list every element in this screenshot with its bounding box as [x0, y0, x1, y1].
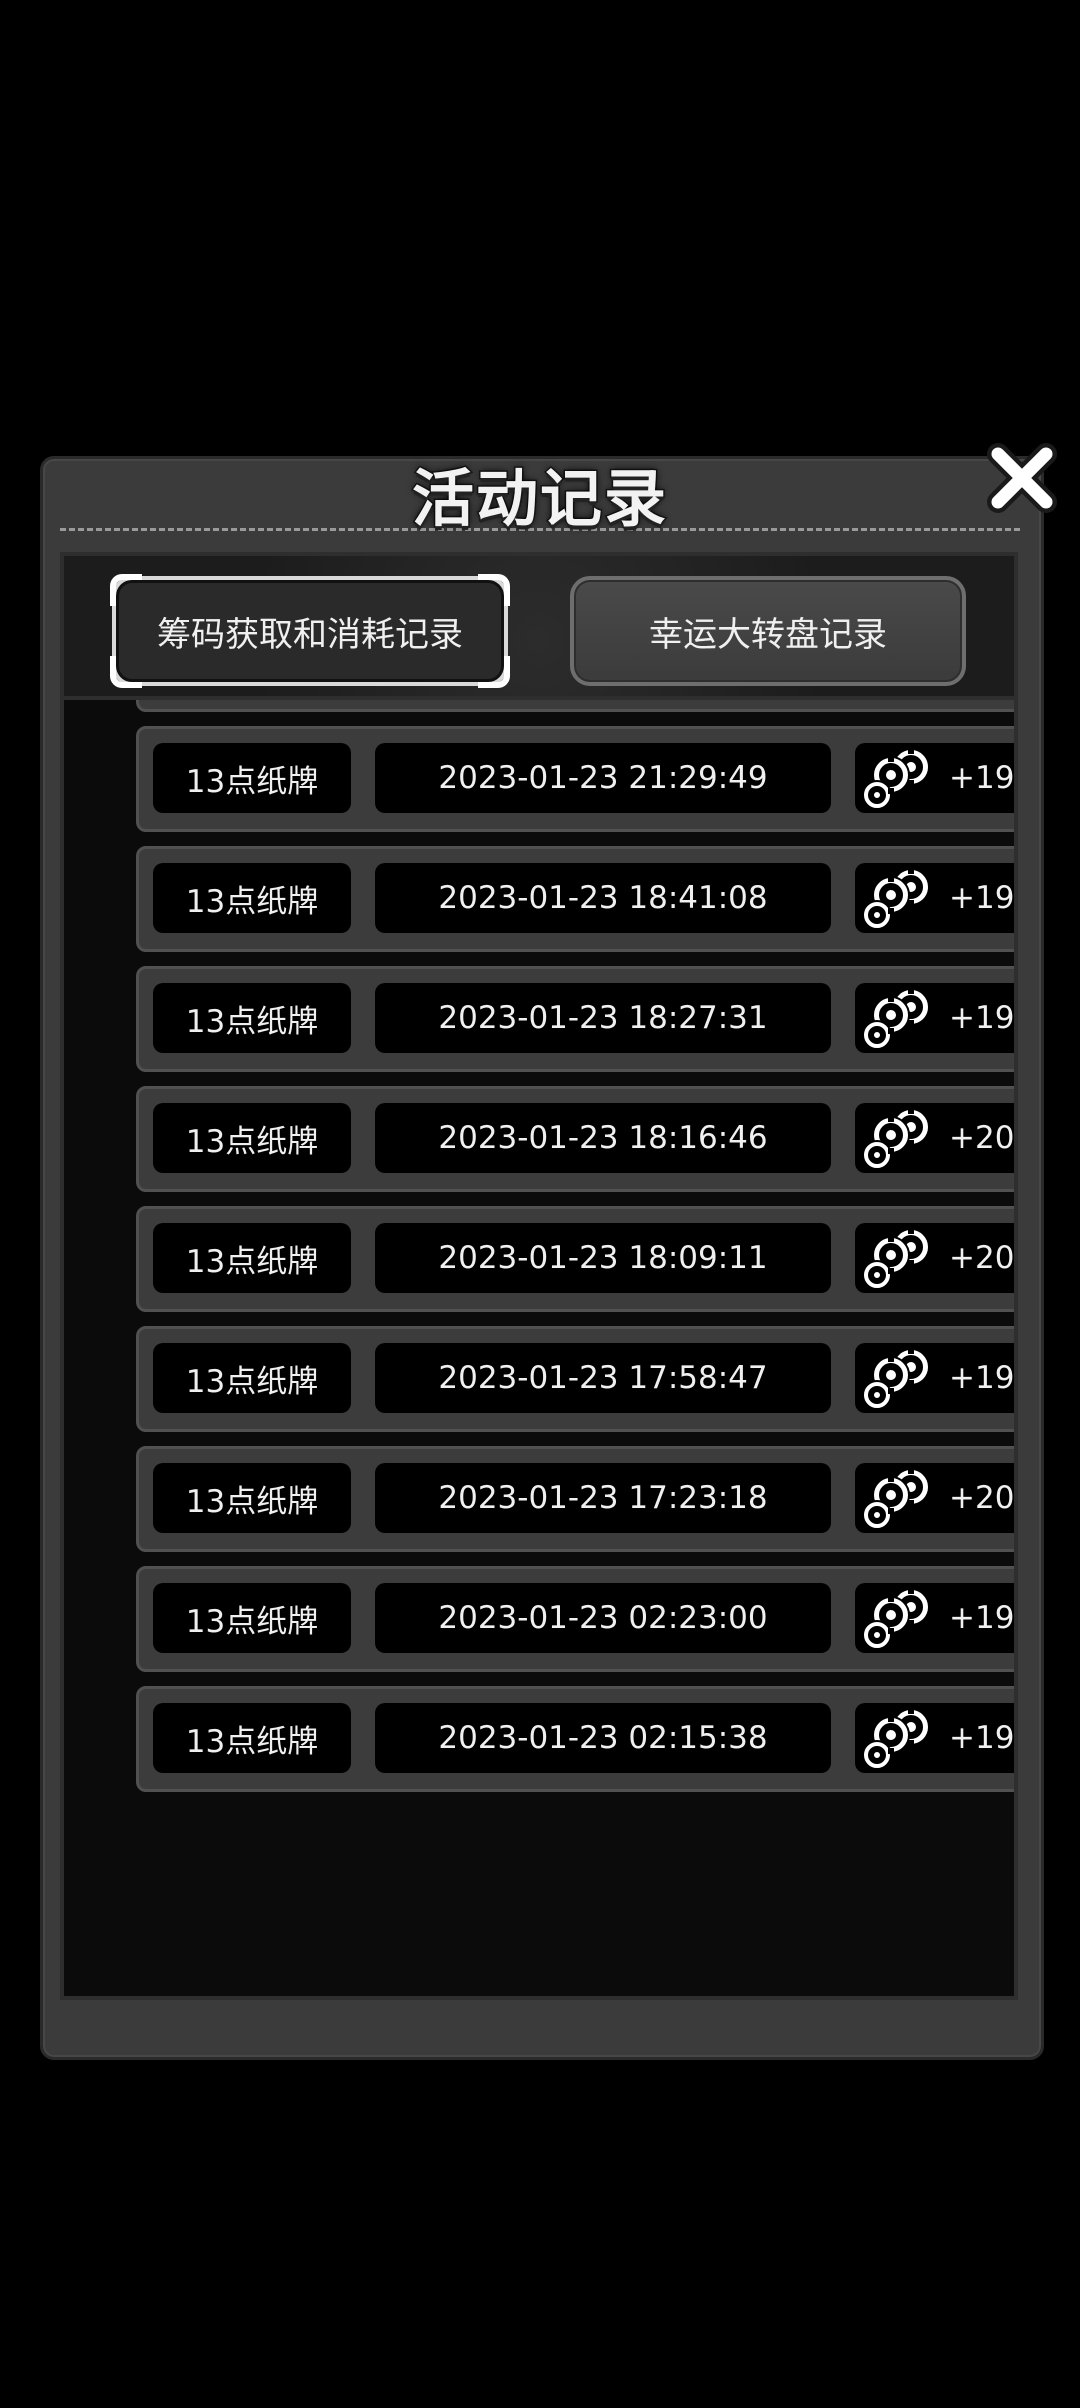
record-amount-label: +1935 [949, 1600, 1015, 1636]
record-row: 13点纸牌 2023-01-23 18:09:11 +20 [136, 1206, 1015, 1312]
record-amount-label: +1905 [949, 760, 1015, 796]
record-game: 13点纸牌 [153, 1703, 351, 1773]
record-game: 13点纸牌 [153, 983, 351, 1053]
record-game-label: 13点纸牌 [185, 1003, 319, 1040]
record-time: 2023-01-23 02:15:38 [375, 1703, 831, 1773]
record-amount: +2010 [855, 1103, 1015, 1173]
record-game: 13点纸牌 [153, 1343, 351, 1413]
chips-icon [862, 1108, 930, 1170]
close-icon [987, 443, 1057, 513]
record-row: 13点纸牌 2023-01-23 02:23:00 +19 [136, 1566, 1015, 1672]
tab-corner [110, 656, 142, 688]
record-time-label: 2023-01-23 18:09:11 [438, 1240, 768, 1276]
record-time: 2023-01-23 21:29:49 [375, 743, 831, 813]
record-time: 2023-01-23 18:16:46 [375, 1103, 831, 1173]
record-amount: +1905 [855, 863, 1015, 933]
record-amount: +2047 [855, 1463, 1015, 1533]
record-amount: +1905 [855, 1703, 1015, 1773]
record-row: 13点纸牌 2023-01-23 18:27:31 +19 [136, 966, 1015, 1072]
record-game: 13点纸牌 [153, 863, 351, 933]
record-row: 13点纸牌 2023-01-23 02:15:38 +19 [136, 1686, 1015, 1792]
record-time-label: 2023-01-23 17:58:47 [438, 1360, 768, 1396]
record-row: 13点纸牌 2023-01-23 17:58:47 +19 [136, 1326, 1015, 1432]
record-time: 2023-01-23 17:23:18 [375, 1463, 831, 1533]
record-amount: +1935 [855, 1583, 1015, 1653]
record-game-label: 13点纸牌 [185, 1243, 319, 1280]
chips-icon [862, 1348, 930, 1410]
chips-icon [862, 1708, 930, 1770]
record-game: 13点纸牌 [153, 1223, 351, 1293]
tab-chip-records[interactable]: 筹码获取和消耗记录 [110, 574, 510, 688]
record-time-label: 2023-01-23 18:27:31 [438, 1000, 768, 1036]
record-amount-label: +2040 [949, 1240, 1015, 1276]
record-time: 2023-01-23 02:23:00 [375, 1583, 831, 1653]
record-game-label: 13点纸牌 [185, 1363, 319, 1400]
tab-corner [478, 574, 510, 606]
record-time-label: 2023-01-23 02:23:00 [438, 1600, 768, 1636]
record-time: 2023-01-23 18:09:11 [375, 1223, 831, 1293]
record-amount-label: +1905 [949, 880, 1015, 916]
tab-lucky-wheel-records[interactable]: 幸运大转盘记录 [570, 576, 966, 686]
record-game: 13点纸牌 [153, 1103, 351, 1173]
tab-corner [478, 656, 510, 688]
record-amount-label: +2010 [949, 1120, 1015, 1156]
record-time-label: 2023-01-23 18:16:46 [438, 1120, 768, 1156]
record-time-label: 2023-01-23 21:29:49 [438, 760, 768, 796]
record-row: 13点纸牌 2023-01-23 17:23:18 +20 [136, 1446, 1015, 1552]
record-time-label: 2023-01-23 17:23:18 [438, 1480, 768, 1516]
dialog-title: 活动记录 [410, 461, 668, 537]
tab-bar: 筹码获取和消耗记录 幸运大转盘记录 [60, 552, 1018, 700]
record-time: 2023-01-23 18:41:08 [375, 863, 831, 933]
tab-label: 幸运大转盘记录 [649, 614, 887, 655]
chips-icon [862, 868, 930, 930]
record-game: 13点纸牌 [153, 1583, 351, 1653]
record-game-label: 13点纸牌 [185, 1483, 319, 1520]
records-list-container[interactable]: 13点纸牌 2023-01-24 00:58:11 [60, 552, 1018, 2000]
record-time: 2023-01-23 17:58:47 [375, 1343, 831, 1413]
record-amount-label: +1905 [949, 1720, 1015, 1756]
record-game-label: 13点纸牌 [185, 883, 319, 920]
record-time-label: 2023-01-23 02:15:38 [438, 1720, 768, 1756]
record-amount: +1905 [855, 743, 1015, 813]
chips-icon [862, 748, 930, 810]
record-row: 13点纸牌 2023-01-23 18:41:08 +19 [136, 846, 1015, 952]
record-amount-label: +2047 [949, 1480, 1015, 1516]
close-button[interactable] [984, 440, 1060, 516]
chips-icon [862, 1228, 930, 1290]
record-game-label: 13点纸牌 [185, 1723, 319, 1760]
record-game-label: 13点纸牌 [185, 1123, 319, 1160]
chips-icon [862, 1468, 930, 1530]
record-amount: +1942 [855, 1343, 1015, 1413]
record-game-label: 13点纸牌 [185, 763, 319, 800]
record-game: 13点纸牌 [153, 1463, 351, 1533]
record-row: 13点纸牌 2023-01-23 21:29:49 +19 [136, 726, 1015, 832]
record-time: 2023-01-23 18:27:31 [375, 983, 831, 1053]
record-amount-label: +1980 [949, 1000, 1015, 1036]
record-amount: +1980 [855, 983, 1015, 1053]
record-amount: +2040 [855, 1223, 1015, 1293]
record-game-label: 13点纸牌 [185, 1603, 319, 1640]
tab-label: 筹码获取和消耗记录 [157, 614, 463, 655]
record-game: 13点纸牌 [153, 743, 351, 813]
chips-icon [862, 988, 930, 1050]
record-time-label: 2023-01-23 18:41:08 [438, 880, 768, 916]
record-row: 13点纸牌 2023-01-23 18:16:46 +20 [136, 1086, 1015, 1192]
tab-corner [110, 574, 142, 606]
chips-icon [862, 1588, 930, 1650]
record-amount-label: +1942 [949, 1360, 1015, 1396]
